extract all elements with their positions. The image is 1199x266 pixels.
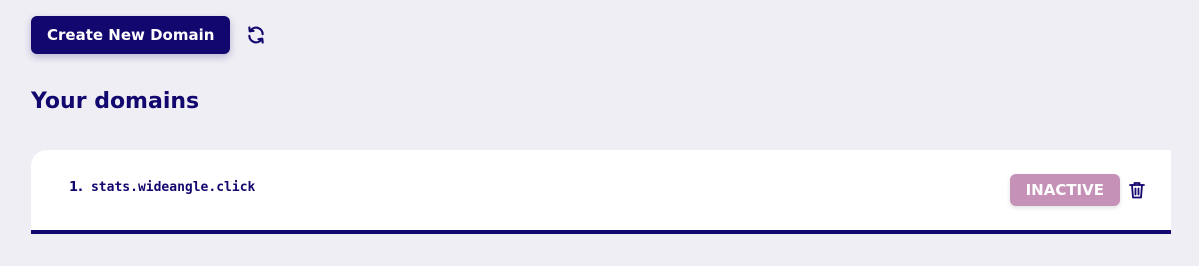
domain-card: 1. stats.wideangle.click INACTIVE bbox=[31, 150, 1171, 234]
create-new-domain-button[interactable]: Create New Domain bbox=[31, 16, 231, 54]
refresh-icon[interactable] bbox=[244, 23, 268, 47]
section-title: Your domains bbox=[31, 89, 200, 114]
page: Create New Domain Your domains 1. stats.… bbox=[0, 0, 1199, 266]
domain-index: 1. bbox=[69, 180, 83, 195]
status-badge: INACTIVE bbox=[1009, 174, 1120, 206]
trash-icon[interactable] bbox=[1127, 180, 1147, 200]
list-item: 1. stats.wideangle.click bbox=[69, 180, 255, 195]
domain-name: stats.wideangle.click bbox=[90, 180, 256, 195]
toolbar: Create New Domain bbox=[31, 16, 268, 54]
